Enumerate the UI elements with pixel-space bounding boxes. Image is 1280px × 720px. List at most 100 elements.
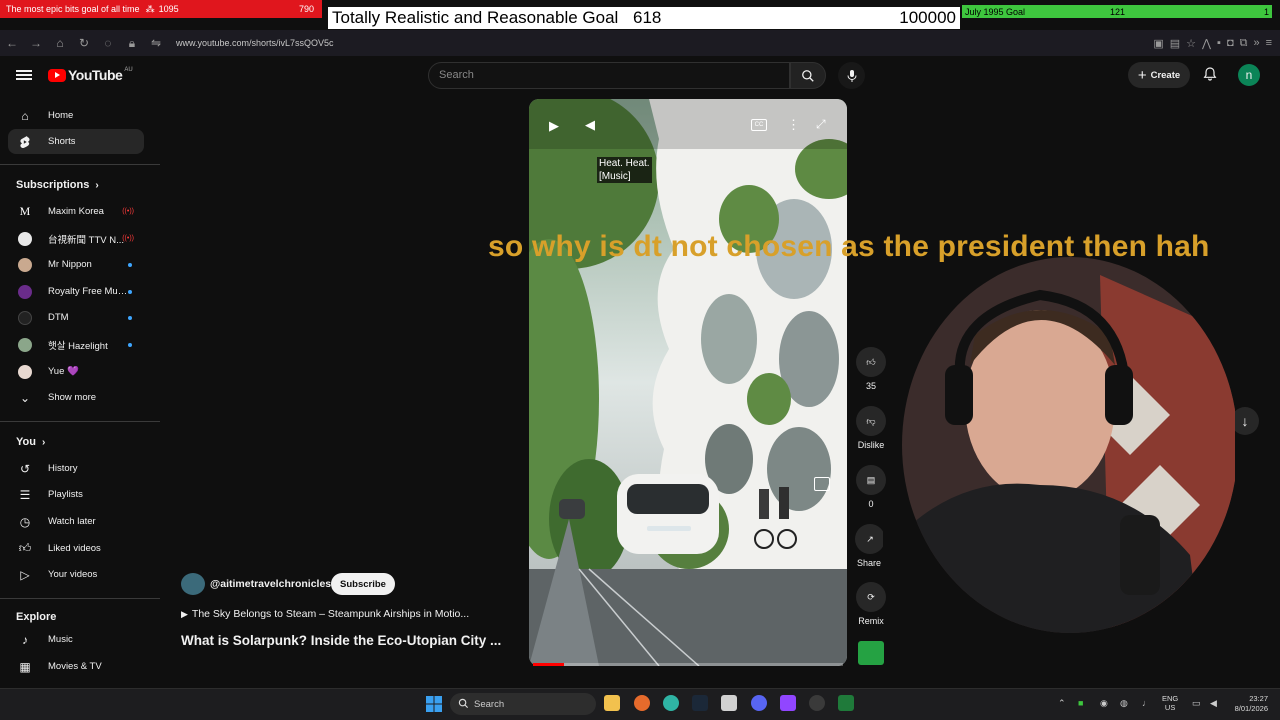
language-indicator[interactable]: ENG US	[1162, 694, 1178, 712]
reload-icon[interactable]: ↻	[72, 36, 96, 50]
tray-mic-icon[interactable]: ♩	[1142, 698, 1151, 708]
sidebar-item-subscription[interactable]: M Maxim Korea ((•))	[8, 199, 144, 224]
edge-icon[interactable]	[663, 695, 679, 711]
sidebar-item-shorts[interactable]: Shorts	[8, 129, 144, 154]
subscriptions-heading[interactable]: Subscriptions ›	[16, 179, 99, 191]
channel-avatar	[18, 231, 32, 246]
bookmark-star-icon[interactable]: ☆	[1186, 37, 1196, 50]
next-short-button[interactable]: ↓	[1231, 407, 1259, 435]
channel-avatar	[18, 284, 32, 299]
extension-a-icon[interactable]: ⋀	[1202, 37, 1211, 50]
sidebar-item-home[interactable]: ⌂ Home	[8, 103, 144, 128]
goal-bar-left: The most epic bits goal of all time ⁂ 10…	[0, 0, 322, 18]
pip-icon[interactable]	[814, 477, 830, 491]
play-icon[interactable]: ▶	[549, 118, 559, 134]
channel-avatar	[18, 257, 32, 272]
search-button[interactable]	[790, 62, 826, 89]
channel-avatar	[18, 364, 32, 379]
subscriptions-title: Subscriptions	[16, 179, 90, 191]
sidebar-item-subscription[interactable]: Royalty Free Mus...	[8, 279, 144, 304]
taskbar-search[interactable]: Search	[450, 693, 596, 715]
you-heading[interactable]: You ›	[16, 436, 45, 448]
notifications-bell-icon[interactable]	[1202, 66, 1218, 82]
subscribe-button[interactable]: Subscribe	[331, 573, 395, 595]
comments-button[interactable]: ▤ 0	[855, 465, 887, 509]
sidebar-item-label: Liked videos	[48, 543, 101, 554]
goal-left-current: 790	[298, 4, 314, 14]
hamburger-menu-icon[interactable]	[16, 68, 32, 82]
playlists-icon: ☰	[19, 487, 31, 502]
sound-thumbnail[interactable]	[858, 641, 884, 665]
explore-heading: Explore	[16, 611, 56, 623]
dislike-button[interactable]: 👎︎ Dislike	[855, 406, 887, 450]
like-button[interactable]: 👍︎ 35	[855, 347, 887, 391]
sidebar-item-subscription[interactable]: Mr Nippon	[8, 252, 144, 277]
extension-c-icon[interactable]: ◘	[1227, 37, 1234, 50]
obs-icon[interactable]	[809, 695, 825, 711]
sidebar-item-your-videos[interactable]: ▷ Your videos	[8, 562, 144, 587]
volume-tray-icon[interactable]: ◀︎	[1210, 698, 1217, 709]
video-progress-bar[interactable]	[533, 663, 843, 666]
sidebar-item-music[interactable]: ♪ Music	[8, 627, 144, 652]
related-video-link[interactable]: ▶ The Sky Belongs to Steam – Steampunk Ai…	[181, 608, 469, 620]
captions-icon[interactable]: CC	[751, 119, 767, 131]
sidebar-item-subscription[interactable]: Yue 💜	[8, 359, 144, 384]
youtube-logo[interactable]: YouTube AU	[48, 67, 133, 83]
shield-icon[interactable]: ◌	[96, 36, 120, 50]
short-video-player[interactable]: ▶ ◀︎ CC ⋮ ⤢	[529, 99, 847, 666]
like-count: 35	[865, 381, 876, 391]
new-content-dot	[128, 262, 132, 267]
sidebar-item-playlists[interactable]: ☰ Playlists	[8, 482, 144, 507]
share-button[interactable]: ↗ Share	[855, 524, 883, 568]
you-title: You	[16, 436, 36, 448]
twitch-icon[interactable]	[780, 695, 796, 711]
reader-icon[interactable]: ▤	[1170, 37, 1180, 50]
tray-app-icon[interactable]: ◉	[1100, 698, 1108, 709]
overflow-icon[interactable]: »	[1253, 37, 1259, 50]
voice-search-button[interactable]	[838, 62, 865, 89]
windows-start-icon[interactable]	[426, 696, 442, 712]
search-input[interactable]: Search	[428, 62, 790, 89]
app-icon[interactable]	[721, 695, 737, 711]
create-button[interactable]: + Create	[1128, 62, 1190, 88]
steam-icon[interactable]	[692, 695, 708, 711]
permissions-icon[interactable]: ⇋	[144, 36, 168, 50]
back-icon[interactable]: ←	[0, 36, 24, 50]
sidebar-item-subscription[interactable]: 台視新聞 TTV N... ((•))	[8, 226, 144, 251]
channel-name[interactable]: @aitimetravelchronicles	[210, 578, 331, 590]
video-title[interactable]: What is Solarpunk? Inside the Eco-Utopia…	[181, 633, 501, 648]
sidebar-item-history[interactable]: ↺ History	[8, 456, 144, 481]
fullscreen-icon[interactable]: ⤢	[816, 117, 826, 132]
forward-icon[interactable]: →	[24, 36, 48, 50]
home-browser-icon[interactable]: ⌂	[48, 36, 72, 50]
live-icon: ((•))	[122, 208, 134, 215]
volume-icon[interactable]: ◀︎	[585, 117, 595, 133]
sidebar-item-liked-videos[interactable]: 👍︎ Liked videos	[8, 536, 144, 561]
lock-icon[interactable]: 🔒︎	[120, 36, 144, 51]
sidebar-item-watch-later[interactable]: ◷ Watch later	[8, 509, 144, 534]
menu-icon[interactable]: ≡	[1266, 37, 1272, 50]
file-explorer-icon[interactable]	[604, 695, 620, 711]
sidebar-item-label: History	[48, 463, 78, 474]
url-bar[interactable]: www.youtube.com/shorts/ivL7ssQOV5c	[176, 38, 334, 48]
firefox-icon[interactable]	[634, 695, 650, 711]
sidebar-item-subscription[interactable]: 햇살 Hazelight	[8, 332, 144, 357]
remix-button[interactable]: ⟳ Remix	[855, 582, 887, 626]
extensions-icon[interactable]: ⧉	[1240, 37, 1248, 50]
discord-icon[interactable]	[751, 695, 767, 711]
sidebar-item-subscription[interactable]: DTM	[8, 305, 144, 330]
sidebar-item-movies-tv[interactable]: ▦ Movies & TV	[8, 654, 144, 679]
liked-videos-icon: 👍︎	[18, 541, 32, 555]
network-icon[interactable]: ▭	[1192, 698, 1201, 709]
taskbar-clock[interactable]: 23:27 8/01/2026	[1228, 694, 1268, 714]
account-avatar[interactable]: n	[1238, 64, 1260, 86]
tray-steam-icon[interactable]: ◍	[1120, 698, 1128, 709]
tray-app-icon[interactable]: ■	[1078, 698, 1083, 708]
extension-b-icon[interactable]: ▪	[1217, 37, 1221, 50]
show-more-button[interactable]: ⌄ Show more	[8, 385, 144, 410]
spreadsheet-icon[interactable]	[838, 695, 854, 711]
picture-in-picture-icon[interactable]: ▣	[1153, 37, 1163, 50]
more-options-icon[interactable]: ⋮	[787, 117, 800, 133]
tray-chevron-icon[interactable]: ⌃	[1058, 698, 1066, 709]
channel-avatar[interactable]	[181, 573, 205, 595]
